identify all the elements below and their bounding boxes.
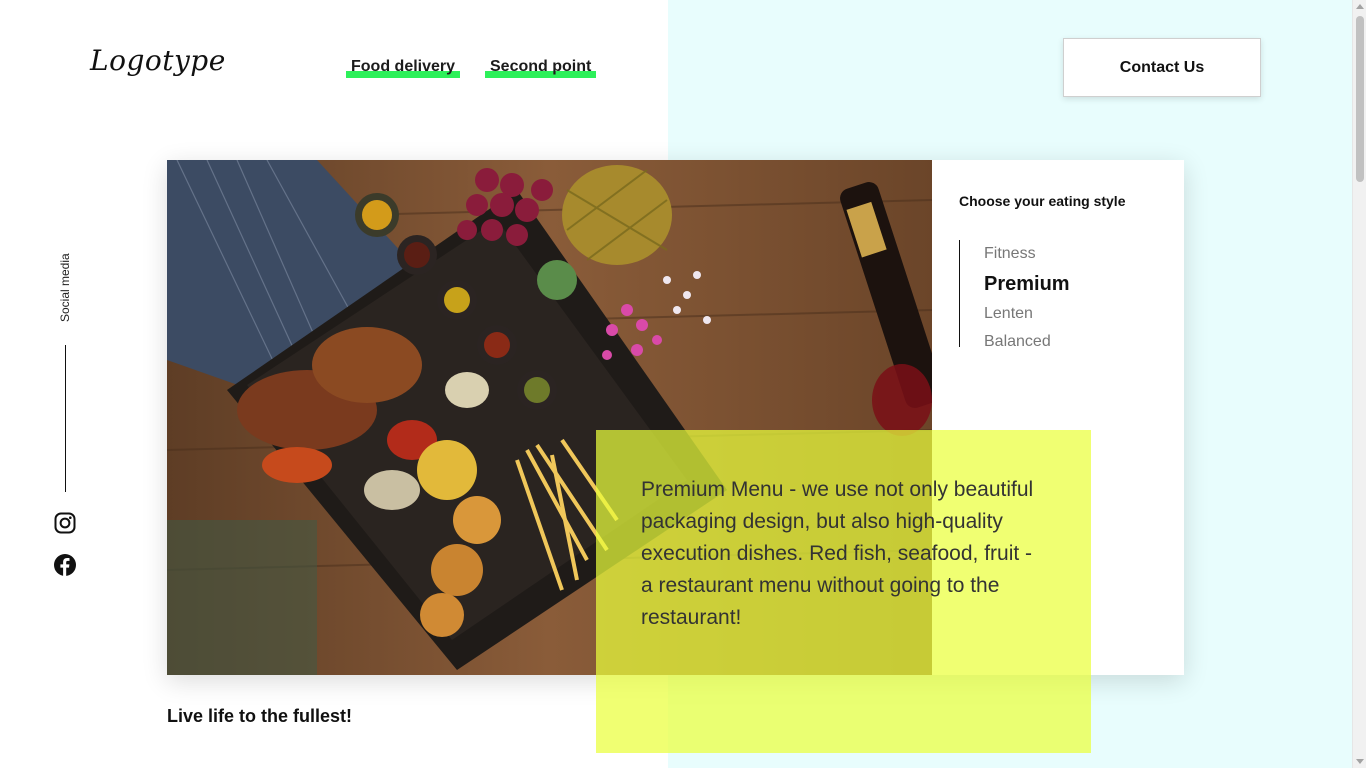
eating-style-title: Choose your eating style — [959, 193, 1126, 209]
instagram-icon[interactable] — [54, 512, 76, 534]
contact-us-button[interactable]: Contact Us — [1063, 38, 1261, 97]
eating-style-option-lenten[interactable]: Lenten — [984, 300, 1070, 328]
scrollbar-thumb[interactable] — [1356, 16, 1364, 182]
description-text: Premium Menu - we use not only beautiful… — [641, 478, 1034, 629]
logo[interactable]: Logotype — [90, 44, 226, 77]
eating-style-option-premium[interactable]: Premium — [984, 268, 1070, 300]
eating-style-option-fitness[interactable]: Fitness — [984, 240, 1070, 268]
page-scrollbar[interactable] — [1352, 0, 1366, 768]
tagline: Live life to the fullest! — [167, 706, 353, 726]
scroll-down-arrow-icon[interactable] — [1356, 759, 1364, 764]
eating-style-option-balanced[interactable]: Balanced — [984, 328, 1070, 356]
description-highlight-box: Premium Menu - we use not only beautiful… — [596, 430, 1091, 753]
social-divider-line — [65, 345, 66, 492]
nav-link-food-delivery[interactable]: Food delivery — [346, 58, 461, 78]
facebook-icon[interactable] — [54, 554, 76, 576]
scroll-up-arrow-icon[interactable] — [1356, 4, 1364, 9]
nav-link-second-point[interactable]: Second point — [485, 58, 597, 78]
eating-style-list: Fitness Premium Lenten Balanced — [959, 240, 1070, 350]
social-media-label: Social media — [58, 253, 72, 322]
